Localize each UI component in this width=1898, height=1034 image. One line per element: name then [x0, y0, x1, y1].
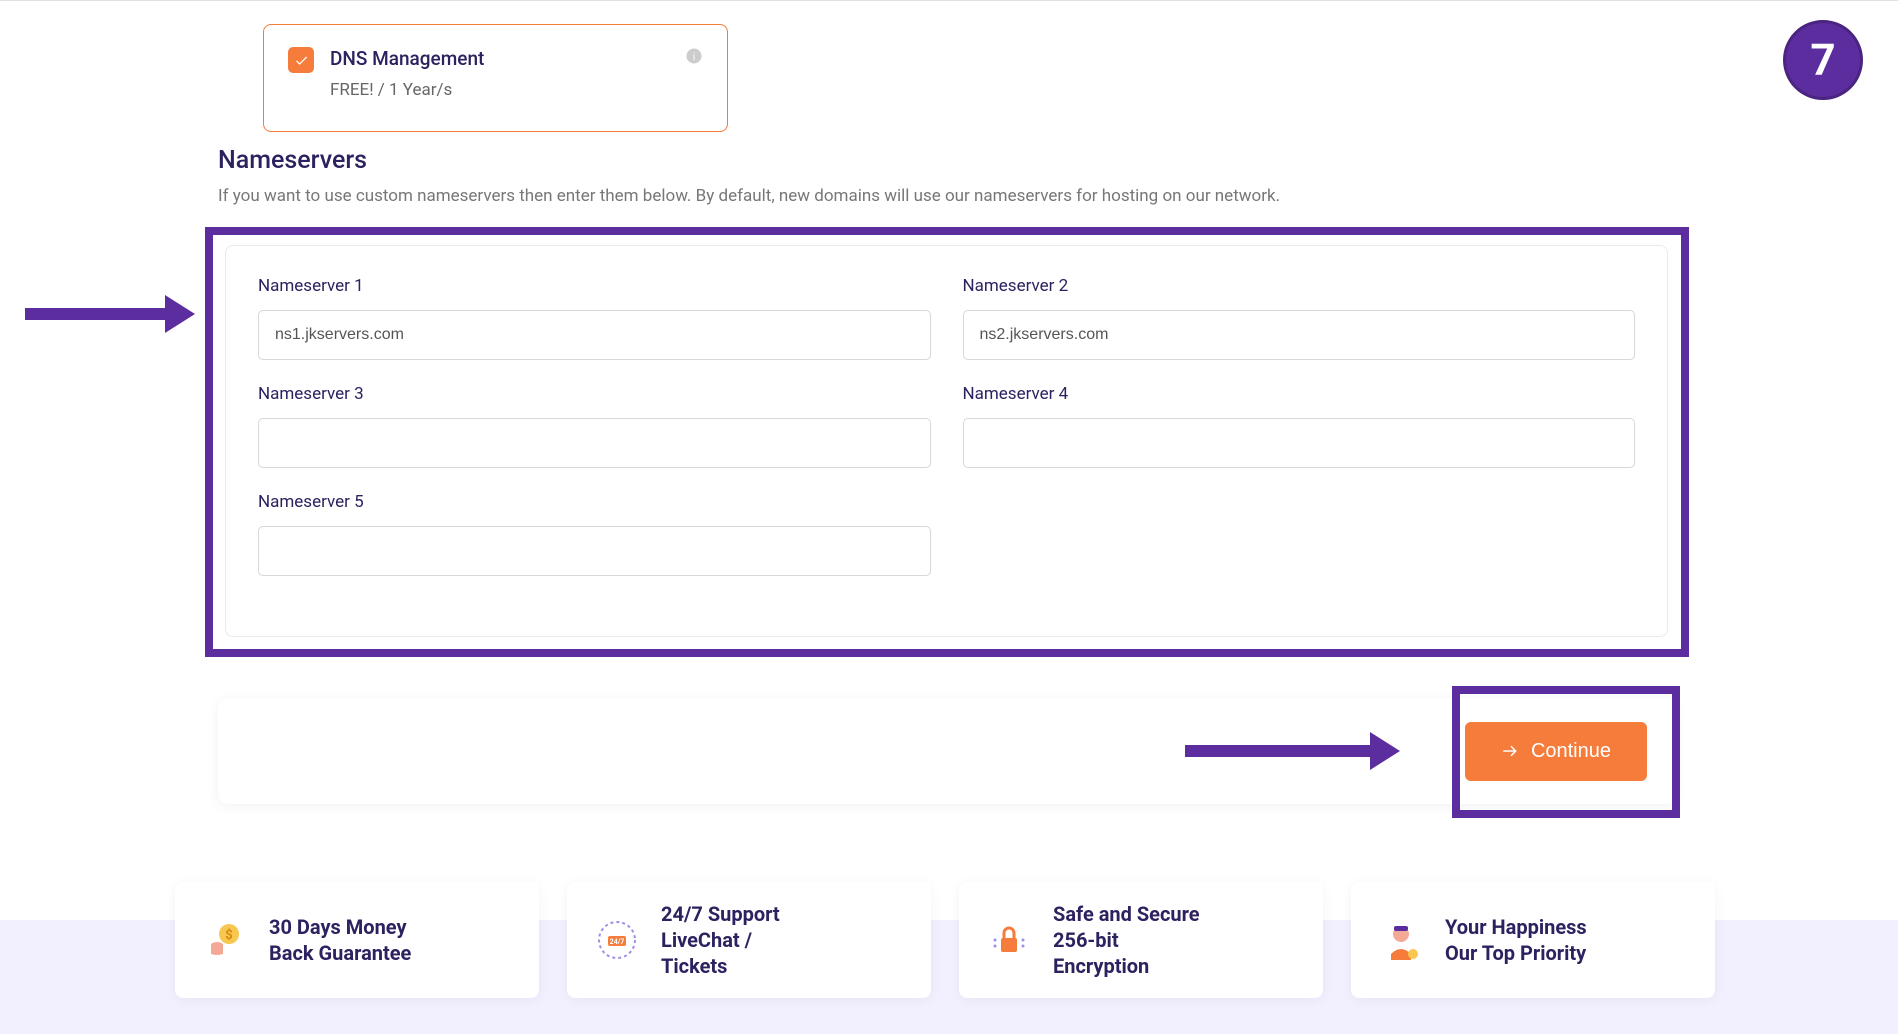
- nameserver2-field: Nameserver 2: [963, 276, 1636, 360]
- nameserver3-label: Nameserver 3: [258, 384, 931, 404]
- nameserver4-input[interactable]: [963, 418, 1636, 468]
- support-icon: 24/7: [593, 916, 641, 964]
- info-icon[interactable]: i: [685, 47, 703, 65]
- nameserver2-input[interactable]: [963, 310, 1636, 360]
- nameserver5-input[interactable]: [258, 526, 931, 576]
- feature-text: Your Happiness Our Top Priority: [1445, 914, 1587, 966]
- svg-text:i: i: [693, 51, 695, 63]
- forward-icon: [1501, 742, 1519, 760]
- continue-button[interactable]: Continue: [1465, 722, 1647, 781]
- nameserver2-label: Nameserver 2: [963, 276, 1636, 296]
- nameserver3-field: Nameserver 3: [258, 384, 931, 468]
- nameserver5-label: Nameserver 5: [258, 492, 931, 512]
- nameserver5-field: Nameserver 5: [258, 492, 931, 576]
- top-border: [0, 0, 1898, 1]
- feature-text: 24/7 Support LiveChat / Tickets: [661, 901, 780, 979]
- continue-label: Continue: [1531, 740, 1611, 763]
- lock-icon: [985, 916, 1033, 964]
- money-back-icon: $: [201, 916, 249, 964]
- continue-panel: Continue: [218, 698, 1677, 804]
- addon-price: FREE! / 1 Year/s: [330, 80, 703, 100]
- nameserver4-field: Nameserver 4: [963, 384, 1636, 468]
- check-icon: [294, 53, 309, 68]
- arrow-highlight-left-icon: [25, 290, 195, 338]
- feature-text: Safe and Secure 256-bit Encryption: [1053, 901, 1200, 979]
- nameserver1-input[interactable]: [258, 310, 931, 360]
- nameservers-description: If you want to use custom nameservers th…: [218, 186, 1280, 206]
- happiness-icon: [1377, 916, 1425, 964]
- arrow-highlight-right-icon: [1185, 727, 1400, 775]
- addon-dns-management-card[interactable]: DNS Management FREE! / 1 Year/s i: [263, 24, 728, 132]
- svg-text:$: $: [225, 928, 232, 943]
- nameserver-panel: Nameserver 1 Nameserver 2 Nameserver 3 N…: [225, 245, 1668, 637]
- feature-encryption: Safe and Secure 256-bit Encryption: [959, 882, 1323, 998]
- nameserver1-label: Nameserver 1: [258, 276, 931, 296]
- feature-support: 24/7 24/7 Support LiveChat / Tickets: [567, 882, 931, 998]
- nameserver4-label: Nameserver 4: [963, 384, 1636, 404]
- nameserver1-field: Nameserver 1: [258, 276, 931, 360]
- feature-happiness: Your Happiness Our Top Priority: [1351, 882, 1715, 998]
- features-row: $ 30 Days Money Back Guarantee 24/7 24/7…: [175, 882, 1715, 998]
- svg-text:24/7: 24/7: [610, 938, 625, 946]
- feature-text: 30 Days Money Back Guarantee: [269, 914, 411, 966]
- checkbox-checked[interactable]: [288, 47, 314, 73]
- nameservers-heading: Nameservers: [218, 146, 367, 175]
- addon-title: DNS Management: [330, 47, 703, 70]
- addon-content: DNS Management FREE! / 1 Year/s: [330, 47, 703, 109]
- nameserver3-input[interactable]: [258, 418, 931, 468]
- feature-money-back: $ 30 Days Money Back Guarantee: [175, 882, 539, 998]
- step-badge: 7: [1783, 20, 1863, 100]
